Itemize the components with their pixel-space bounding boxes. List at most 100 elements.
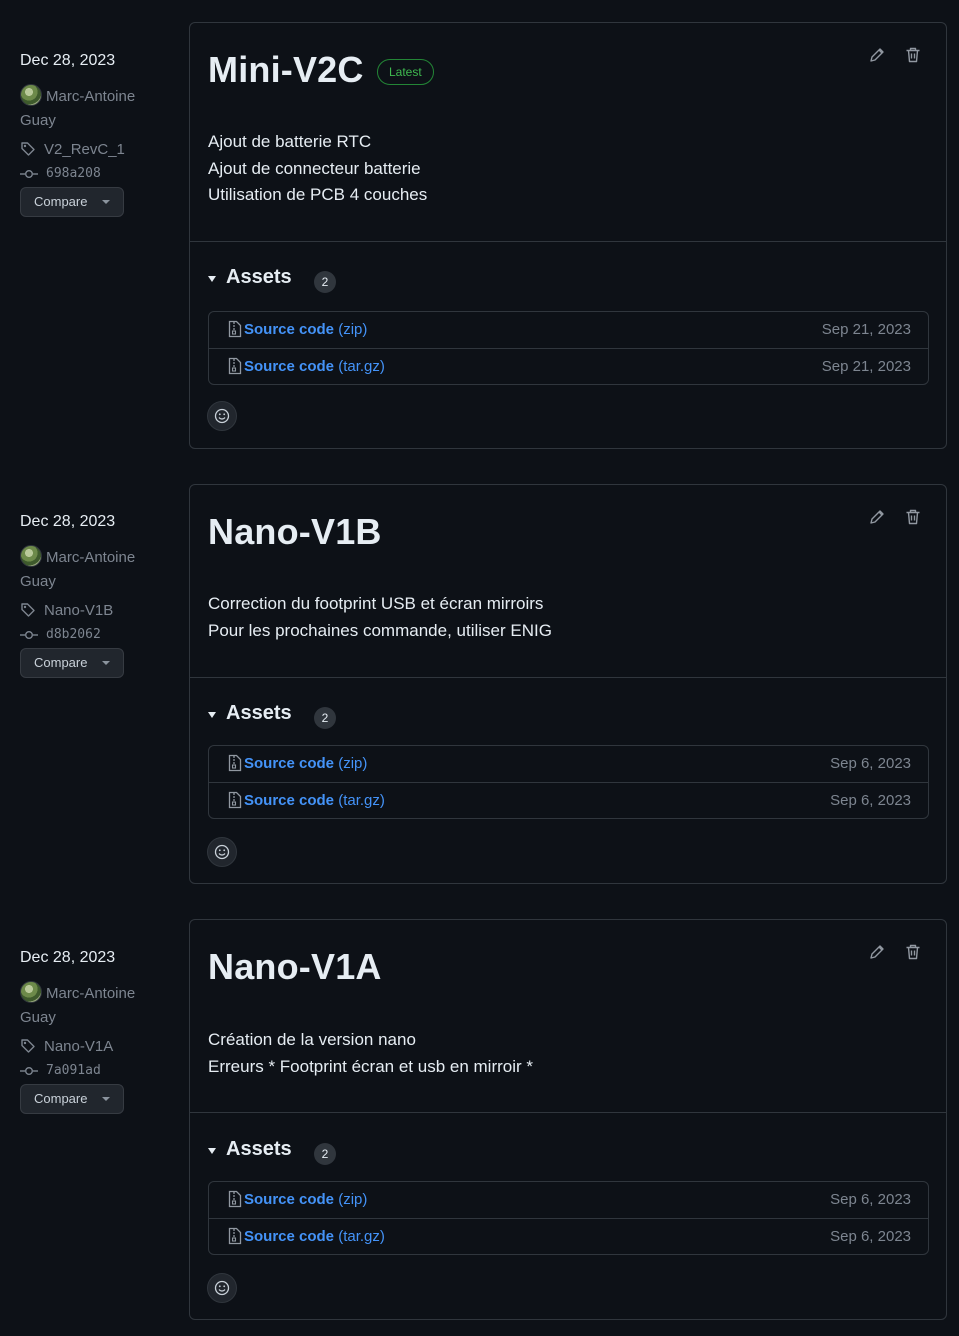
pencil-icon[interactable] bbox=[868, 46, 886, 64]
release-title[interactable]: Mini-V2C bbox=[208, 49, 364, 91]
asset-name[interactable]: Source code bbox=[244, 792, 334, 809]
commit-sha[interactable]: d8b2062 bbox=[46, 627, 101, 642]
asset-ext[interactable]: (zip) bbox=[338, 321, 367, 338]
git-commit-icon bbox=[20, 631, 38, 639]
trash-icon[interactable] bbox=[904, 508, 922, 526]
assets-count-badge: 2 bbox=[314, 1143, 336, 1165]
pencil-icon[interactable] bbox=[868, 508, 886, 526]
release-date: Dec 28, 2023 bbox=[20, 52, 116, 69]
pencil-icon[interactable] bbox=[868, 943, 886, 961]
assets-heading: Assets bbox=[226, 702, 292, 724]
asset-ext[interactable]: (zip) bbox=[338, 755, 367, 772]
trash-icon[interactable] bbox=[904, 46, 922, 64]
release-note-line: Création de la version nano bbox=[208, 1030, 416, 1049]
asset-row: Source code (tar.gz) Sep 6, 2023 bbox=[209, 782, 928, 818]
asset-link[interactable]: Source code (zip) bbox=[244, 755, 367, 772]
file-zip-icon bbox=[228, 754, 242, 772]
commit-sha[interactable]: 698a208 bbox=[46, 166, 101, 181]
chevron-down-icon bbox=[102, 1097, 110, 1101]
add-reaction-button[interactable] bbox=[207, 401, 237, 431]
add-reaction-button[interactable] bbox=[207, 837, 237, 867]
compare-button[interactable]: Compare bbox=[20, 187, 124, 217]
release-commit-link[interactable]: 698a208 bbox=[20, 166, 101, 181]
tag-icon bbox=[21, 142, 35, 156]
asset-ext[interactable]: (tar.gz) bbox=[338, 358, 385, 375]
triangle-down-icon bbox=[208, 712, 216, 718]
file-zip-icon bbox=[228, 320, 242, 338]
asset-name[interactable]: Source code bbox=[244, 1191, 334, 1208]
asset-row: Source code (tar.gz) Sep 21, 2023 bbox=[209, 348, 928, 384]
triangle-down-icon bbox=[208, 1148, 216, 1154]
avatar[interactable] bbox=[20, 84, 42, 106]
git-commit-icon bbox=[20, 1067, 38, 1075]
asset-ext[interactable]: (tar.gz) bbox=[338, 1228, 385, 1245]
asset-link[interactable]: Source code (tar.gz) bbox=[244, 358, 385, 375]
release-notes: Correction du footprint USB et écran mir… bbox=[208, 591, 552, 644]
asset-date: Sep 6, 2023 bbox=[830, 1191, 911, 1208]
release-notes: Création de la version nano Erreurs * Fo… bbox=[208, 1027, 533, 1080]
avatar[interactable] bbox=[20, 545, 42, 567]
release-title[interactable]: Nano-V1A bbox=[208, 946, 382, 988]
release-note-line: Utilisation de PCB 4 couches bbox=[208, 185, 428, 204]
release-title[interactable]: Nano-V1B bbox=[208, 511, 382, 553]
asset-row: Source code (tar.gz) Sep 6, 2023 bbox=[209, 1218, 928, 1254]
smiley-icon bbox=[214, 408, 230, 424]
commit-sha[interactable]: 7a091ad bbox=[46, 1063, 101, 1078]
file-zip-icon bbox=[228, 1190, 242, 1208]
asset-row: Source code (zip) Sep 21, 2023 bbox=[209, 312, 928, 348]
asset-ext[interactable]: (zip) bbox=[338, 1191, 367, 1208]
asset-ext[interactable]: (tar.gz) bbox=[338, 792, 385, 809]
release-author[interactable]: Marc-Antoine Guay bbox=[20, 545, 150, 594]
release-card: Nano-V1A Création de la version nano Err… bbox=[189, 919, 947, 1320]
tag-name[interactable]: Nano-V1A bbox=[44, 1038, 113, 1055]
release-note-line: Ajout de connecteur batterie bbox=[208, 158, 421, 178]
asset-row: Source code (zip) Sep 6, 2023 bbox=[209, 746, 928, 782]
release-author[interactable]: Marc-Antoine Guay bbox=[20, 981, 150, 1030]
compare-label: Compare bbox=[34, 194, 88, 209]
divider bbox=[190, 1112, 946, 1113]
tag-name[interactable]: Nano-V1B bbox=[44, 602, 113, 619]
trash-icon[interactable] bbox=[904, 943, 922, 961]
compare-label: Compare bbox=[34, 1091, 88, 1106]
file-zip-icon bbox=[228, 1227, 242, 1245]
divider bbox=[190, 241, 946, 242]
asset-name[interactable]: Source code bbox=[244, 358, 334, 375]
assets-heading: Assets bbox=[226, 1138, 292, 1160]
asset-link[interactable]: Source code (tar.gz) bbox=[244, 1228, 385, 1245]
asset-link[interactable]: Source code (zip) bbox=[244, 1191, 367, 1208]
asset-link[interactable]: Source code (tar.gz) bbox=[244, 792, 385, 809]
assets-list: Source code (zip) Sep 6, 2023 Source cod… bbox=[208, 1181, 929, 1255]
asset-date: Sep 6, 2023 bbox=[830, 792, 911, 809]
release-note-line: Correction du footprint USB et écran mir… bbox=[208, 594, 544, 613]
release-author[interactable]: Marc-Antoine Guay bbox=[20, 84, 150, 133]
release-note-line: Erreurs * Footprint écran et usb en mirr… bbox=[208, 1056, 534, 1076]
release-commit-link[interactable]: 7a091ad bbox=[20, 1063, 101, 1078]
release-date: Dec 28, 2023 bbox=[20, 513, 116, 530]
avatar[interactable] bbox=[20, 981, 42, 1003]
release-tag-link[interactable]: Nano-V1A bbox=[20, 1038, 113, 1055]
asset-date: Sep 6, 2023 bbox=[830, 1228, 911, 1245]
release-card: Nano-V1B Correction du footprint USB et … bbox=[189, 484, 947, 884]
asset-name[interactable]: Source code bbox=[244, 321, 334, 338]
release-tag-link[interactable]: V2_RevC_1 bbox=[20, 141, 125, 158]
divider bbox=[190, 677, 946, 678]
tag-name[interactable]: V2_RevC_1 bbox=[44, 141, 125, 158]
release-tag-link[interactable]: Nano-V1B bbox=[20, 602, 113, 619]
asset-date: Sep 6, 2023 bbox=[830, 755, 911, 772]
assets-list: Source code (zip) Sep 6, 2023 Source cod… bbox=[208, 745, 929, 819]
git-commit-icon bbox=[20, 170, 38, 178]
latest-badge: Latest bbox=[377, 59, 434, 85]
add-reaction-button[interactable] bbox=[207, 1273, 237, 1303]
assets-heading: Assets bbox=[226, 266, 292, 288]
compare-button[interactable]: Compare bbox=[20, 648, 124, 678]
release-commit-link[interactable]: d8b2062 bbox=[20, 627, 101, 642]
asset-name[interactable]: Source code bbox=[244, 755, 334, 772]
file-zip-icon bbox=[228, 357, 242, 375]
tag-icon bbox=[21, 1039, 35, 1053]
release-note-line: Pour les prochaines commande, utiliser E… bbox=[208, 620, 552, 640]
release-date: Dec 28, 2023 bbox=[20, 949, 116, 966]
file-zip-icon bbox=[228, 791, 242, 809]
asset-link[interactable]: Source code (zip) bbox=[244, 321, 367, 338]
asset-name[interactable]: Source code bbox=[244, 1228, 334, 1245]
compare-button[interactable]: Compare bbox=[20, 1084, 124, 1114]
